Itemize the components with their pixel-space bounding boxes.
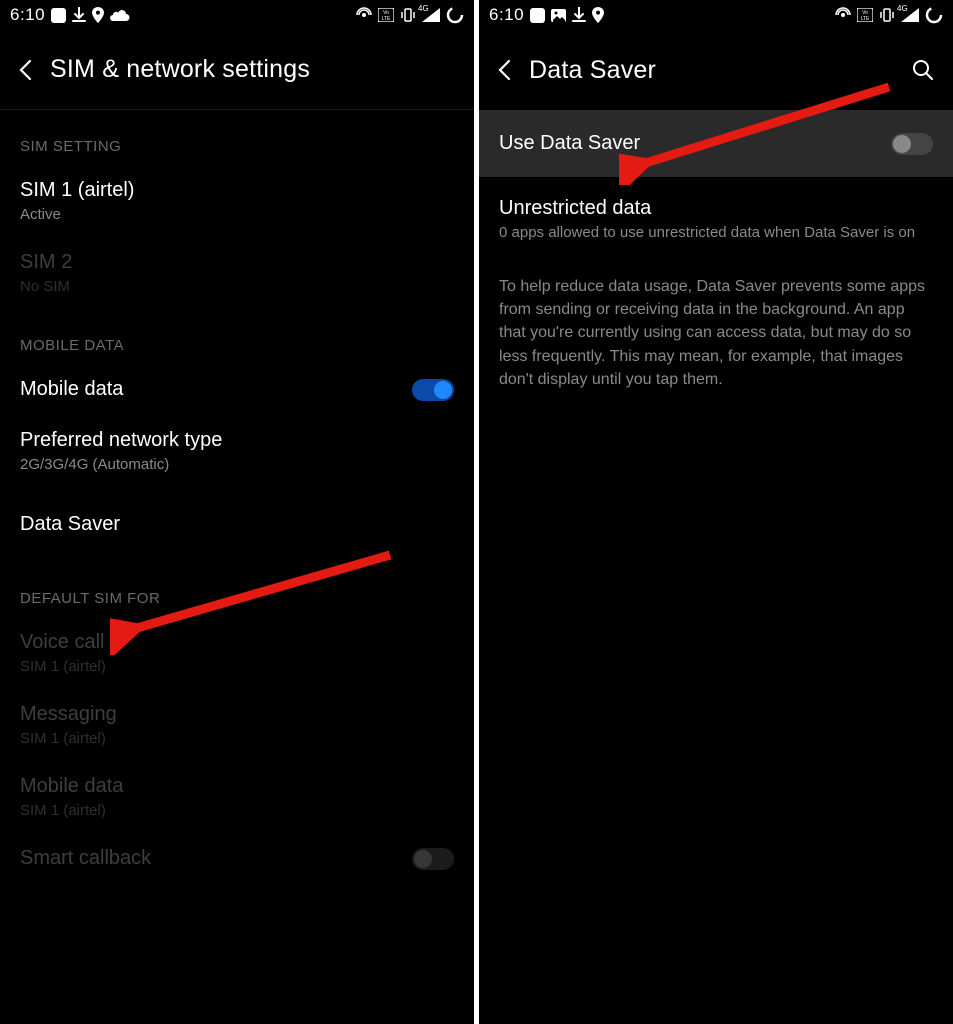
- unrestricted-sub: 0 apps allowed to use unrestricted data …: [499, 224, 933, 241]
- section-label-sim-setting: SIM SETTING: [0, 110, 474, 165]
- search-icon[interactable]: [911, 58, 935, 82]
- signal-icon: 4G: [422, 8, 440, 22]
- back-icon[interactable]: [18, 59, 32, 81]
- messaging-row: Messaging SIM 1 (airtel): [0, 689, 474, 761]
- phone-right: 6:10 VoLTE 4G: [479, 0, 953, 1024]
- notification-square-icon: [51, 8, 66, 23]
- volte-icon: VoLTE: [857, 8, 873, 22]
- hotspot-icon: [835, 7, 851, 23]
- pref-net-title: Preferred network type: [20, 429, 454, 452]
- status-time: 6:10: [489, 5, 524, 25]
- use-data-saver-row[interactable]: Use Data Saver: [479, 110, 953, 177]
- section-label-default-sim: DEFAULT SIM FOR: [0, 562, 474, 617]
- download-icon: [72, 7, 86, 23]
- status-left: 6:10: [489, 5, 604, 25]
- svg-text:LTE: LTE: [861, 16, 870, 22]
- volte-icon: VoLTE: [378, 8, 394, 22]
- data-saver-info: To help reduce data usage, Data Saver pr…: [479, 255, 953, 411]
- status-bar: 6:10 VoLTE 4G: [0, 0, 474, 30]
- mobile-data-default-row: Mobile data SIM 1 (airtel): [0, 761, 474, 833]
- preferred-network-row[interactable]: Preferred network type 2G/3G/4G (Automat…: [0, 415, 474, 487]
- data-saver-label: Data Saver: [20, 513, 454, 536]
- phone-left: 6:10 VoLTE 4G: [0, 0, 474, 1024]
- vibrate-icon: [879, 7, 895, 23]
- use-data-saver-toggle[interactable]: [891, 133, 933, 155]
- messaging-title: Messaging: [20, 703, 454, 726]
- status-bar: 6:10 VoLTE 4G: [479, 0, 953, 30]
- page-title: Data Saver: [529, 56, 656, 85]
- pref-net-sub: 2G/3G/4G (Automatic): [20, 456, 454, 473]
- mobile-data-label: Mobile data: [20, 378, 408, 401]
- image-icon: [551, 9, 566, 22]
- data-saver-row[interactable]: Data Saver: [0, 487, 474, 562]
- status-left: 6:10: [10, 5, 130, 25]
- loading-circle-icon: [446, 6, 464, 24]
- location-icon: [92, 7, 104, 23]
- page-header: SIM & network settings: [0, 30, 474, 110]
- location-icon: [592, 7, 604, 23]
- download-icon: [572, 7, 586, 23]
- mobile-data-row[interactable]: Mobile data: [0, 364, 474, 415]
- unrestricted-title: Unrestricted data: [499, 197, 933, 220]
- cloud-icon: [110, 9, 130, 21]
- use-data-saver-label: Use Data Saver: [499, 132, 887, 155]
- svg-text:LTE: LTE: [382, 16, 391, 22]
- vibrate-icon: [400, 7, 416, 23]
- status-time: 6:10: [10, 5, 45, 25]
- voice-call-sub: SIM 1 (airtel): [20, 658, 454, 675]
- signal-icon: 4G: [901, 8, 919, 22]
- mobile-data-toggle[interactable]: [412, 379, 454, 401]
- voice-call-row: Voice call SIM 1 (airtel): [0, 617, 474, 689]
- smart-callback-toggle: [412, 848, 454, 870]
- unrestricted-data-row[interactable]: Unrestricted data 0 apps allowed to use …: [479, 177, 953, 255]
- page-title: SIM & network settings: [50, 55, 310, 84]
- mobile-data-default-title: Mobile data: [20, 775, 454, 798]
- smart-callback-label: Smart callback: [20, 847, 408, 870]
- messaging-sub: SIM 1 (airtel): [20, 730, 454, 747]
- notification-square-icon: [530, 8, 545, 23]
- sim2-title: SIM 2: [20, 251, 454, 274]
- back-icon[interactable]: [497, 59, 511, 81]
- sim1-title: SIM 1 (airtel): [20, 179, 454, 202]
- sim2-row: SIM 2 No SIM: [0, 237, 474, 309]
- status-right: VoLTE 4G: [835, 6, 943, 24]
- voice-call-title: Voice call: [20, 631, 454, 654]
- signal-4g-label: 4G: [897, 4, 908, 13]
- sim2-sub: No SIM: [20, 278, 454, 295]
- mobile-data-default-sub: SIM 1 (airtel): [20, 802, 454, 819]
- smart-callback-row: Smart callback: [0, 833, 474, 884]
- sim1-sub: Active: [20, 206, 454, 223]
- page-header: Data Saver: [479, 30, 953, 110]
- sim1-row[interactable]: SIM 1 (airtel) Active: [0, 165, 474, 237]
- loading-circle-icon: [925, 6, 943, 24]
- signal-4g-label: 4G: [418, 4, 429, 13]
- section-label-mobile-data: MOBILE DATA: [0, 309, 474, 364]
- status-right: VoLTE 4G: [356, 6, 464, 24]
- hotspot-icon: [356, 7, 372, 23]
